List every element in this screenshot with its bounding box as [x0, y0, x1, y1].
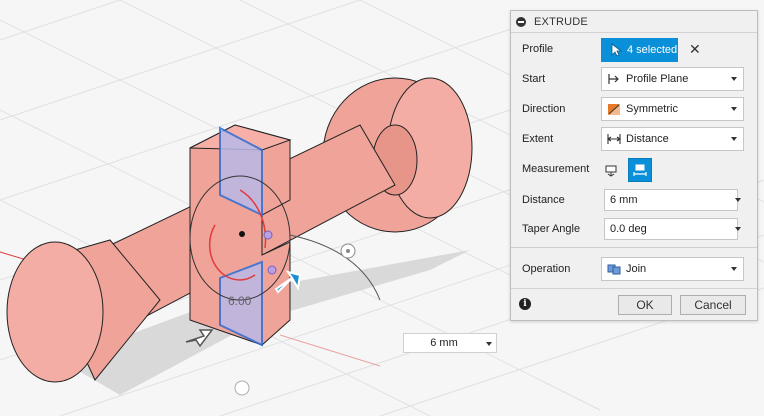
start-value: Profile Plane [626, 73, 689, 85]
extent-label: Extent [522, 133, 554, 145]
measurement-option-2[interactable] [628, 158, 652, 182]
profile-select-button[interactable]: 4 selected [601, 38, 678, 62]
taper-angle-input[interactable]: 0.0 deg [604, 218, 738, 240]
start-row: Start Profile Plane [511, 67, 757, 91]
clear-selection-icon[interactable]: ✕ [689, 42, 701, 56]
symmetric-icon [608, 104, 620, 115]
operation-row: Operation Join [511, 257, 757, 281]
chevron-down-icon [731, 107, 737, 111]
taper-angle-value: 0.0 deg [610, 223, 647, 235]
dimension-text: 6.00 [228, 294, 252, 308]
distance-value: 6 mm [610, 194, 638, 206]
extrude-dialog: EXTRUDE Profile 4 selected ✕ Start Profi… [510, 10, 758, 321]
dialog-header[interactable]: EXTRUDE [511, 11, 757, 33]
measure-from-profile-icon [605, 165, 617, 177]
measure-symmetric-icon [633, 164, 647, 176]
profile-plane-icon [608, 74, 619, 84]
distance-label: Distance [522, 194, 565, 206]
chevron-down-icon [731, 77, 737, 81]
extent-dropdown[interactable]: Distance [601, 127, 744, 151]
chevron-down-icon [731, 267, 737, 271]
extent-value: Distance [626, 133, 669, 145]
start-label: Start [522, 73, 546, 85]
extent-row: Extent Distance [511, 127, 757, 151]
direction-dropdown[interactable]: Symmetric [601, 97, 744, 121]
measurement-option-1[interactable] [599, 158, 623, 182]
info-icon[interactable]: i [519, 298, 531, 310]
operation-label: Operation [522, 263, 571, 275]
chevron-down-icon [731, 137, 737, 141]
taper-angle-label: Taper Angle [522, 223, 581, 235]
floating-distance-value: 6 mm [430, 337, 458, 349]
measurement-row: Measurement [511, 157, 757, 182]
taper-angle-row: Taper Angle 0.0 deg [511, 217, 757, 241]
dialog-footer: i OK Cancel [511, 288, 757, 321]
distance-icon [607, 134, 621, 144]
operation-dropdown[interactable]: Join [601, 257, 744, 281]
dialog-title: EXTRUDE [534, 15, 588, 28]
ok-button[interactable]: OK [618, 295, 672, 315]
start-dropdown[interactable]: Profile Plane [601, 67, 744, 91]
direction-label: Direction [522, 103, 566, 115]
chevron-down-icon[interactable] [486, 342, 492, 346]
floating-distance-input[interactable]: 6 mm [403, 333, 497, 353]
measurement-label: Measurement [522, 163, 590, 175]
operation-value: Join [626, 263, 647, 275]
join-icon [607, 264, 621, 275]
section-divider [511, 247, 757, 248]
profile-value: 4 selected [627, 44, 678, 56]
distance-input[interactable]: 6 mm [604, 189, 738, 211]
direction-value: Symmetric [626, 103, 678, 115]
distance-row: Distance 6 mm [511, 188, 757, 212]
profile-row: Profile 4 selected ✕ [511, 37, 757, 62]
cancel-button[interactable]: Cancel [680, 295, 746, 315]
chevron-down-icon[interactable] [735, 227, 741, 231]
chevron-down-icon[interactable] [735, 198, 741, 202]
profile-label: Profile [522, 43, 554, 55]
direction-row: Direction Symmetric [511, 97, 757, 121]
collapse-icon[interactable] [516, 16, 526, 27]
cursor-arrow-icon [611, 43, 623, 57]
